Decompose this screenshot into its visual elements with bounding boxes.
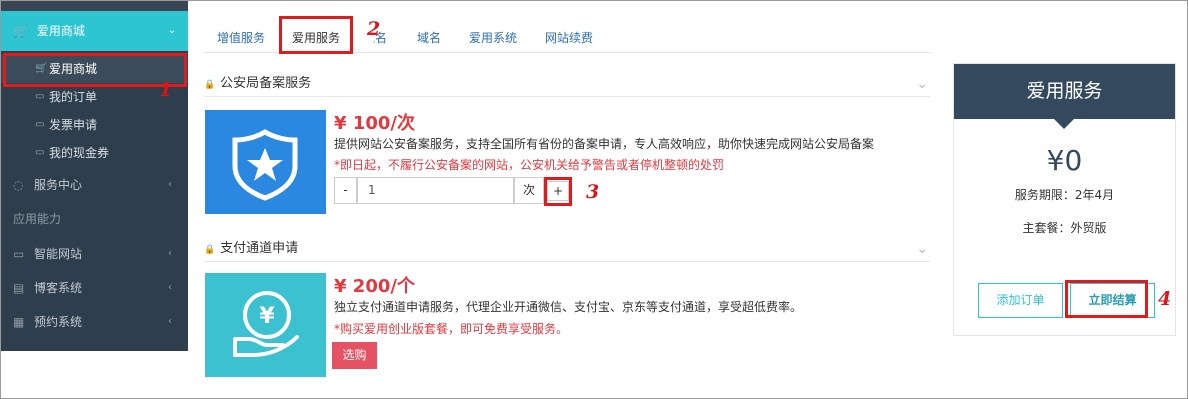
tab-domain[interactable]: 域名 <box>417 23 441 53</box>
service-description: 提供网站公安备案服务，支持全国所有省份的备案申请，专人高效响应，助你快速完成网站… <box>334 137 875 151</box>
service-notice: *即日起，不履行公安备案的网站，公安机关给予警告或者停机整顿的处罚 <box>334 158 725 172</box>
chevron-left-icon: ‹ <box>168 248 172 259</box>
decrement-button[interactable]: - <box>334 177 357 204</box>
annotation-number-3: 3 <box>586 181 600 203</box>
panel-title: 爱用服务 <box>954 64 1175 119</box>
tab-aiyong-system[interactable]: 爱用系统 <box>469 23 517 53</box>
annotation-box-4 <box>1065 280 1148 318</box>
cart-icon: 🛒 <box>13 24 28 38</box>
sidebar-item-smart-site[interactable]: ▭ 智能网站 ‹ <box>1 237 188 271</box>
annotation-box-2 <box>279 16 353 54</box>
sidebar-group-label: 应用能力 <box>13 212 62 226</box>
sidebar-header-label: 爱用商城 <box>36 24 85 38</box>
buy-button[interactable]: 选购 <box>332 342 377 369</box>
app-frame: 🛒 爱用商城 ⌄ 🛒 爱用商城 ▭ 我的订单 ▭ 发票申请 ▭ 我的现金券 ◌ … <box>0 0 1188 399</box>
chevron-left-icon: ‹ <box>168 316 172 327</box>
spinner-icon: ◌ <box>13 178 24 192</box>
invoice-icon: ▭ <box>35 119 45 130</box>
sidebar-top-bar <box>1 1 188 11</box>
yen-coin-hand-icon: ¥ <box>233 291 299 357</box>
main-package: 主套餐：外贸版 <box>1022 221 1107 235</box>
sidebar-header-shop[interactable]: 🛒 爱用商城 ⌄ <box>1 11 188 51</box>
section-title: 公安局备案服务 <box>220 76 312 91</box>
order-icon: ▭ <box>35 91 45 102</box>
payment-image: ¥ <box>205 273 326 377</box>
svg-text:¥: ¥ <box>259 304 275 329</box>
annotation-number-2: 2 <box>367 18 381 40</box>
service-notice: *购买爱用创业版套餐，即可免费享受服务。 <box>334 322 569 336</box>
annotation-box-3 <box>544 177 572 206</box>
sidebar-item-label: 预约系统 <box>34 315 83 329</box>
sidebar-sub-coupons[interactable]: ▭ 我的现金券 <box>1 139 188 167</box>
police-shield-image <box>205 110 326 214</box>
shield-star-icon <box>232 129 298 201</box>
section-title: 支付通道申请 <box>220 241 299 256</box>
service-price: ¥ 100/次 <box>334 113 415 134</box>
service-price: ¥ 200/个 <box>334 276 415 297</box>
annotation-number-4: 4 <box>1158 288 1172 310</box>
chevron-down-icon: ⌄ <box>167 25 176 36</box>
calendar-icon: ▦ <box>13 315 25 329</box>
lock-icon: 🔒 <box>204 245 216 255</box>
quantity-input[interactable]: 1 <box>357 177 514 204</box>
sidebar-item-label: 智能网站 <box>34 247 83 261</box>
chevron-left-icon: ‹ <box>168 179 172 190</box>
section-header-police-filing[interactable]: 🔒 公安局备案服务 ⌄ <box>204 71 930 97</box>
add-order-button[interactable]: 添加订单 <box>978 283 1063 318</box>
annotation-number-1: 1 <box>159 79 173 101</box>
service-period: 服务期限：2年4月 <box>1014 188 1115 202</box>
sidebar-item-label: 服务中心 <box>34 178 83 192</box>
sidebar-item-service-center[interactable]: ◌ 服务中心 ‹ <box>1 168 188 202</box>
sidebar-sub-invoice[interactable]: ▭ 发票申请 <box>1 111 188 139</box>
panel-notch <box>1054 119 1074 129</box>
chevron-down-icon: ⌄ <box>916 76 928 92</box>
tab-value-added[interactable]: 增值服务 <box>217 23 265 53</box>
document-icon: ▤ <box>13 281 25 295</box>
sidebar-sub-label: 我的现金券 <box>49 146 110 160</box>
sidebar-item-blog[interactable]: ▤ 博客系统 ‹ <box>1 271 188 305</box>
service-description: 独立支付通道申请服务，代理企业开通微信、支付宝、京东等支付通道，享受超低费率。 <box>334 300 803 314</box>
chevron-left-icon: ‹ <box>168 282 172 293</box>
coupon-icon: ▭ <box>35 147 45 158</box>
lock-icon: 🔒 <box>204 80 216 90</box>
monitor-icon: ▭ <box>13 247 25 261</box>
chevron-down-icon: ⌄ <box>916 241 928 257</box>
sidebar-item-booking[interactable]: ▦ 预约系统 ‹ <box>1 305 188 339</box>
total-amount: ¥0 <box>1046 144 1083 177</box>
section-header-payment[interactable]: 🔒 支付通道申请 ⌄ <box>204 236 930 262</box>
quantity-unit: 次 <box>514 177 544 204</box>
sidebar-item-label: 博客系统 <box>34 281 83 295</box>
tab-renewal[interactable]: 网站续费 <box>545 23 593 53</box>
